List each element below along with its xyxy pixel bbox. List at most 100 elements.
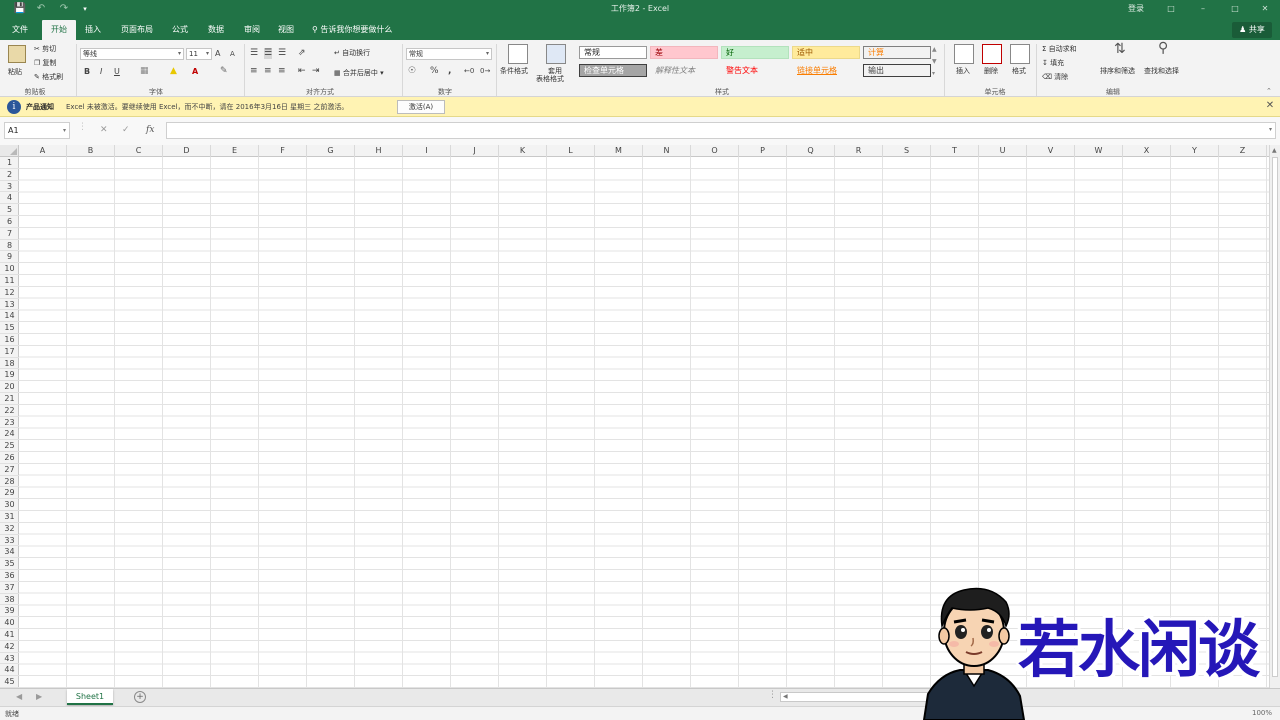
paste-icon[interactable] xyxy=(8,45,26,63)
insert-cells-icon[interactable] xyxy=(954,44,974,64)
align-center-icon[interactable]: ≡ xyxy=(264,66,272,77)
row-header[interactable]: 15 xyxy=(0,322,19,334)
column-header[interactable]: V xyxy=(1027,145,1075,157)
row-header[interactable]: 34 xyxy=(0,546,19,559)
increase-decimal-icon[interactable]: ←0 xyxy=(464,66,474,77)
column-header[interactable]: H xyxy=(355,145,403,157)
row-header[interactable]: 12 xyxy=(0,287,19,299)
currency-icon[interactable]: ☉ xyxy=(408,66,416,77)
splitter-icon[interactable]: ⋮ xyxy=(78,122,87,132)
column-header[interactable]: A xyxy=(19,145,67,157)
paste-button-label[interactable]: 粘贴 xyxy=(8,67,22,77)
tab-insert[interactable]: 插入 xyxy=(78,20,108,40)
column-header[interactable]: W xyxy=(1075,145,1123,157)
share-button[interactable]: ♟ 共享 xyxy=(1232,22,1272,38)
enter-icon[interactable]: ✓ xyxy=(122,125,130,135)
column-header[interactable]: M xyxy=(595,145,643,157)
row-header[interactable]: 18 xyxy=(0,358,19,370)
format-cells-button[interactable]: 格式 xyxy=(1012,66,1026,76)
row-header[interactable]: 21 xyxy=(0,393,19,405)
style-warning[interactable]: 警告文本 xyxy=(721,64,789,77)
row-header[interactable]: 26 xyxy=(0,452,19,464)
row-header[interactable]: 25 xyxy=(0,440,19,452)
row-header[interactable]: 41 xyxy=(0,629,19,641)
row-header[interactable]: 44 xyxy=(0,664,19,677)
column-header[interactable]: F xyxy=(259,145,307,157)
zoom-level[interactable]: 100% xyxy=(1252,709,1272,717)
row-header[interactable]: 16 xyxy=(0,334,19,346)
ribbon-display-icon[interactable]: □ xyxy=(1164,2,1178,16)
tab-view[interactable]: 视图 xyxy=(270,20,302,40)
increase-font-icon[interactable]: A xyxy=(215,48,220,59)
select-all-button[interactable] xyxy=(0,145,19,157)
sort-filter-icon[interactable]: ⇅ xyxy=(1114,42,1126,56)
wrap-text-button[interactable]: ↵ 自动换行 xyxy=(334,48,370,58)
conditional-format-icon[interactable] xyxy=(508,44,528,64)
row-header[interactable]: 39 xyxy=(0,605,19,618)
row-header[interactable]: 35 xyxy=(0,558,19,570)
row-header[interactable]: 11 xyxy=(0,275,19,287)
row-header[interactable]: 23 xyxy=(0,417,19,429)
delete-cells-icon[interactable] xyxy=(982,44,1002,64)
column-header[interactable]: N xyxy=(643,145,691,157)
column-header[interactable]: E xyxy=(211,145,259,157)
percent-button[interactable]: % xyxy=(430,66,439,77)
column-header[interactable]: D xyxy=(163,145,211,157)
tell-me-box[interactable]: ⚲ 告诉我你想要做什么 xyxy=(312,20,392,40)
row-header[interactable]: 40 xyxy=(0,617,19,629)
style-calculation[interactable]: 计算 xyxy=(863,46,931,59)
column-header[interactable]: Z xyxy=(1219,145,1267,157)
font-name-select[interactable]: 等线 ▾ xyxy=(80,48,184,60)
align-left-icon[interactable]: ≡ xyxy=(250,66,258,77)
row-header[interactable]: 37 xyxy=(0,582,19,594)
row-header[interactable]: 38 xyxy=(0,594,19,606)
row-header[interactable]: 7 xyxy=(0,228,19,240)
row-header[interactable]: 33 xyxy=(0,535,19,547)
tab-page-layout[interactable]: 页面布局 xyxy=(114,20,160,40)
activate-button[interactable]: 激活(A) xyxy=(397,100,445,114)
conditional-format-button[interactable]: 条件格式 xyxy=(500,66,528,76)
row-header[interactable]: 45 xyxy=(0,676,19,688)
merge-center-button[interactable]: ▦ 合并后居中 ▾ xyxy=(334,68,384,78)
sheet-tab[interactable]: Sheet1 xyxy=(67,689,113,705)
phonetic-icon[interactable]: ✎ xyxy=(220,66,228,77)
prev-sheet-icon[interactable]: ◀ xyxy=(16,692,22,701)
font-size-select[interactable]: 11 ▾ xyxy=(186,48,212,60)
row-header[interactable]: 9 xyxy=(0,251,19,264)
tab-data[interactable]: 数据 xyxy=(200,20,232,40)
column-header[interactable]: X xyxy=(1123,145,1171,157)
row-header[interactable]: 31 xyxy=(0,511,19,523)
styles-scroll-down-icon[interactable]: ▼ xyxy=(932,56,937,67)
row-header[interactable]: 13 xyxy=(0,299,19,311)
tab-formulas[interactable]: 公式 xyxy=(164,20,196,40)
style-bad[interactable]: 差 xyxy=(650,46,718,59)
scroll-left-icon[interactable]: ◀ xyxy=(783,693,788,701)
scroll-thumb[interactable] xyxy=(1272,157,1278,677)
align-bottom-icon[interactable]: ☰ xyxy=(278,48,286,59)
fill-color-icon[interactable]: ▲ xyxy=(170,66,177,77)
decrease-decimal-icon[interactable]: 0→ xyxy=(480,66,490,77)
style-linked-cell[interactable]: 链接单元格 xyxy=(792,64,860,77)
fill-button[interactable]: ↧ 填充 xyxy=(1042,58,1064,68)
maximize-icon[interactable]: □ xyxy=(1228,2,1242,16)
row-header[interactable]: 24 xyxy=(0,428,19,441)
tab-file[interactable]: 文件 xyxy=(4,20,36,40)
find-select-icon[interactable]: ⚲ xyxy=(1158,41,1168,55)
column-header[interactable]: U xyxy=(979,145,1027,157)
column-header[interactable]: B xyxy=(67,145,115,157)
row-header[interactable]: 19 xyxy=(0,369,19,382)
style-good[interactable]: 好 xyxy=(721,46,789,59)
indent-decrease-icon[interactable]: ⇤ xyxy=(298,66,306,77)
style-output[interactable]: 输出 xyxy=(863,64,931,77)
delete-cells-button[interactable]: 删除 xyxy=(984,66,998,76)
column-header[interactable]: C xyxy=(115,145,163,157)
column-header[interactable]: I xyxy=(403,145,451,157)
row-header[interactable]: 36 xyxy=(0,570,19,582)
row-header[interactable]: 29 xyxy=(0,487,19,500)
column-header[interactable]: J xyxy=(451,145,499,157)
comma-style-button[interactable]: , xyxy=(448,66,451,77)
row-header[interactable]: 30 xyxy=(0,499,19,511)
table-format-icon[interactable] xyxy=(546,44,566,64)
clear-button[interactable]: ⌫ 清除 xyxy=(1042,72,1068,82)
italic-button[interactable]: I xyxy=(100,66,102,77)
